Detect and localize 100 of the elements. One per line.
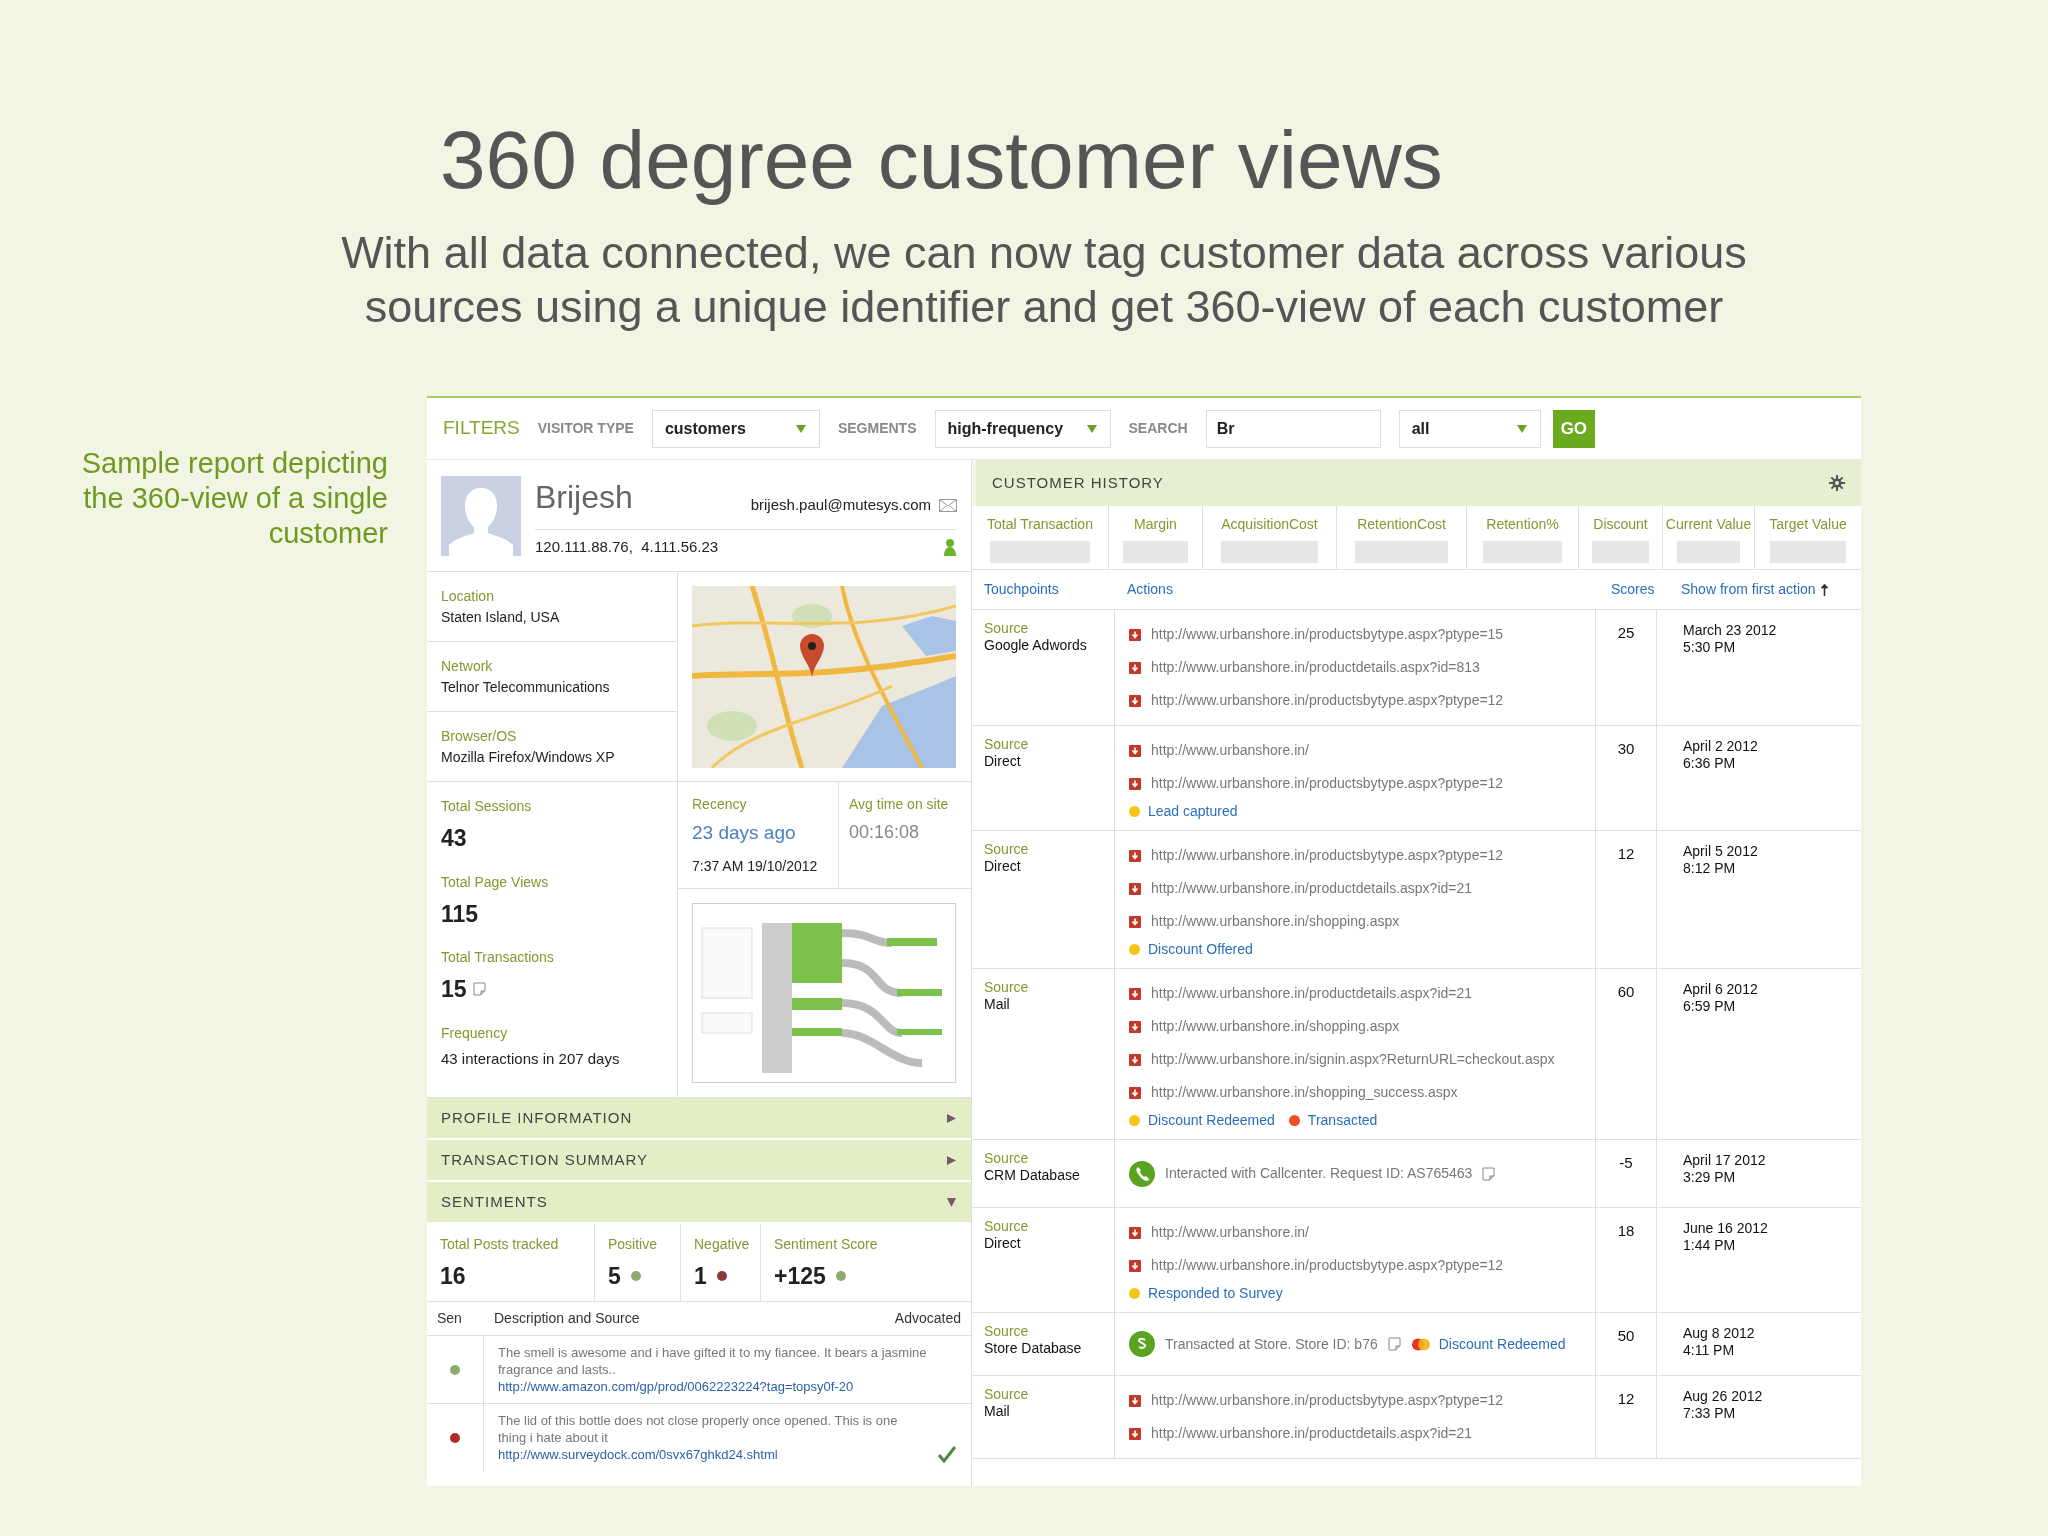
sort-link[interactable]: Show from first action: [1681, 579, 1816, 600]
action-url: http://www.urbanshore.in/productsbytype.aspx?ptype=12: [1151, 691, 1504, 710]
recency-date: 7:37 AM 19/10/2012: [692, 856, 819, 876]
avg-time-label: Avg time on site: [849, 795, 950, 814]
source-value: Google Adwords: [984, 637, 1088, 654]
source-value: CRM Database: [984, 1167, 1081, 1184]
metric-label: Total Transaction: [987, 515, 1093, 534]
metric-label: Margin: [1134, 515, 1177, 534]
score-value: 12: [1617, 1389, 1635, 1409]
score-value: 30: [1617, 739, 1635, 759]
action-url: http://www.urbanshore.in/signin.aspx?ReturnURL=checkout.aspx: [1151, 1050, 1555, 1069]
filter-dropdown[interactable]: customers: [651, 409, 820, 448]
event-link[interactable]: Transacted: [1307, 1109, 1378, 1131]
search-field[interactable]: Br: [1205, 409, 1381, 448]
source-value: Mail: [984, 1403, 1011, 1420]
download-icon: [1129, 1427, 1141, 1440]
download-icon: [1129, 1394, 1141, 1407]
source-value: Direct: [984, 753, 1022, 770]
filter-dropdown[interactable]: high-frequency: [934, 409, 1111, 448]
coin-icon: [1129, 1331, 1155, 1357]
filter-label: SEGMENTS: [837, 419, 917, 438]
source-value: Direct: [984, 858, 1022, 875]
score-value: 12: [1617, 844, 1635, 864]
event-link[interactable]: Discount Redeemed: [1438, 1333, 1566, 1355]
action-url: http://www.urbanshore.in/productsbytype.aspx?ptype=12: [1151, 774, 1504, 793]
section-header[interactable]: SENTIMENTS: [427, 1182, 971, 1224]
download-icon: [1129, 1053, 1141, 1066]
stat-value: 15: [441, 975, 467, 1004]
score-value: 25: [1617, 623, 1635, 643]
event-date: April 2 2012: [1683, 738, 1759, 755]
detail-value: Telnor Telecommunications: [441, 677, 611, 697]
score-value: 18: [1617, 1221, 1635, 1241]
expand-arrow-icon: [946, 1112, 957, 1124]
event-date: June 16 2012: [1683, 1220, 1769, 1237]
source-value: Store Database: [984, 1340, 1083, 1357]
post-link[interactable]: http://www.amazon.com/gp/prod/0062223224?tag=topsy0f-20: [498, 1378, 929, 1395]
section-header[interactable]: PROFILE INFORMATION: [427, 1098, 971, 1140]
action-text: Interacted with Callcenter. Request ID: AS765463: [1165, 1164, 1473, 1183]
download-icon: [1129, 849, 1141, 862]
action-url: http://www.urbanshore.in/productdetails.aspx?id=813: [1151, 658, 1480, 677]
slide-title: 360 degree customer views: [439, 113, 1444, 207]
section-header[interactable]: TRANSACTION SUMMARY: [427, 1140, 971, 1182]
download-icon: [1129, 1086, 1141, 1099]
action-url: http://www.urbanshore.in/: [1151, 741, 1309, 760]
event-date: April 5 2012: [1683, 843, 1759, 860]
report-caption: Sample report depicting the 360-view of a single customer: [80, 446, 388, 551]
event-link[interactable]: Discount Offered: [1148, 938, 1253, 960]
subtitle-line: With all data connected, we can now tag customer data across various: [341, 226, 1747, 280]
action-text: Transacted at Store. Store ID: b76: [1165, 1334, 1378, 1354]
event-time: 1:44 PM: [1683, 1237, 1737, 1254]
score-value: 60: [1617, 982, 1635, 1002]
score-value: 50: [1617, 1326, 1635, 1346]
event-date: Aug 8 2012: [1683, 1325, 1756, 1342]
download-icon: [1129, 1020, 1141, 1033]
score-value: -5: [1619, 1153, 1633, 1173]
action-url: http://www.urbanshore.in/productdetails.aspx?id=21: [1151, 1424, 1473, 1443]
post-link[interactable]: http://www.surveydock.com/0svx67ghkd24.shtml: [498, 1446, 929, 1463]
source-label: Source: [984, 979, 1030, 996]
download-icon: [1129, 987, 1141, 1000]
event-time: 7:33 PM: [1683, 1405, 1737, 1422]
filter-label: SEARCH: [1128, 419, 1188, 438]
stat-label: Total Transactions: [441, 948, 555, 967]
email-address: brijesh.paul@mutesys.com: [750, 495, 931, 516]
sentiment-value: 5: [608, 1262, 621, 1291]
up-arrow-icon[interactable]: [1819, 583, 1829, 596]
ip-addresses: 120.111.88.76, 4.111.56.23: [535, 536, 719, 557]
event-date: April 6 2012: [1683, 981, 1759, 998]
column-header: Advocated: [894, 1309, 961, 1328]
source-label: Source: [984, 1323, 1030, 1340]
recency-value: 23 days ago: [692, 821, 797, 845]
event-link[interactable]: Lead captured: [1148, 800, 1238, 822]
source-label: Source: [984, 1150, 1030, 1167]
filter-dropdown[interactable]: all: [1398, 409, 1541, 448]
source-value: Mail: [984, 996, 1011, 1013]
download-icon: [1129, 915, 1141, 928]
download-icon: [1129, 1226, 1141, 1239]
collapse-arrow-icon: [946, 1196, 957, 1208]
action-url: http://www.urbanshore.in/productdetails.aspx?id=21: [1151, 984, 1473, 1003]
person-icon: [943, 537, 957, 557]
metric-label: Discount: [1593, 515, 1648, 534]
action-url: http://www.urbanshore.in/shopping.aspx: [1151, 1017, 1400, 1036]
settings-icon[interactable]: [1829, 475, 1845, 491]
envelope-icon[interactable]: [939, 499, 957, 512]
subtitle-line: sources using a unique identifier and get 360-view of each customer: [364, 280, 1724, 334]
download-icon: [1129, 777, 1141, 790]
phone-icon: [1129, 1160, 1155, 1187]
sentiment-value: 16: [440, 1262, 466, 1291]
event-time: 4:11 PM: [1683, 1342, 1736, 1359]
metric-label: RetentionCost: [1357, 515, 1446, 534]
action-url: http://www.urbanshore.in/shopping_success.aspx: [1151, 1083, 1458, 1102]
event-time: 3:29 PM: [1683, 1169, 1737, 1186]
sentiment-label: Positive: [608, 1235, 659, 1254]
event-time: 5:30 PM: [1683, 639, 1737, 656]
download-icon: [1129, 661, 1141, 674]
avg-time-value: 00:16:08: [849, 821, 921, 844]
event-link[interactable]: Discount Redeemed: [1148, 1109, 1275, 1131]
event-link[interactable]: Responded to Survey: [1148, 1282, 1283, 1304]
sentiment-label: Sentiment Score: [774, 1235, 879, 1254]
action-url: http://www.urbanshore.in/productsbytype.aspx?ptype=12: [1151, 846, 1504, 865]
sentiment-value: 1: [694, 1262, 707, 1291]
